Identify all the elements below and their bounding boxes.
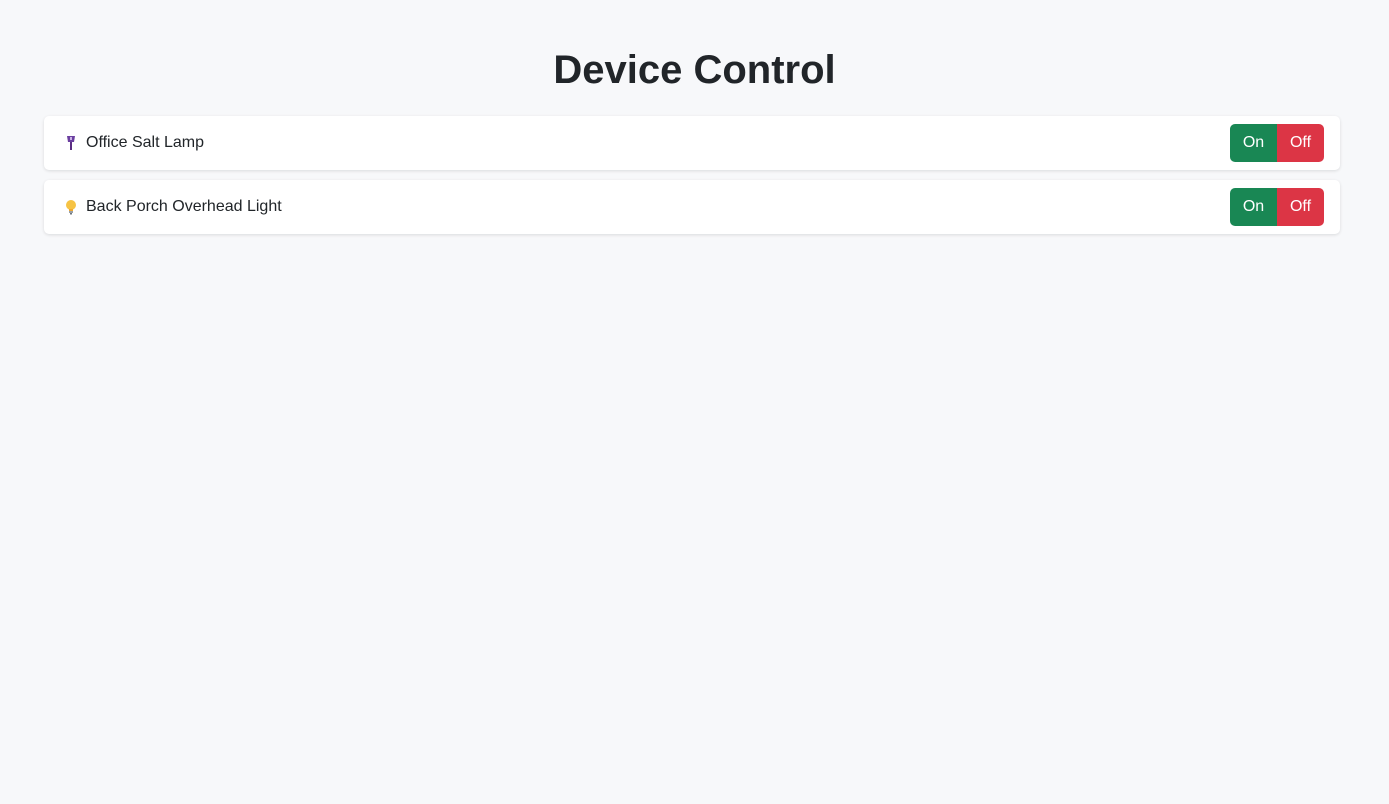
on-button[interactable]: On	[1230, 124, 1277, 162]
light-bulb-icon	[64, 199, 78, 215]
device-info: Back Porch Overhead Light	[64, 198, 282, 216]
salt-lamp-icon	[64, 135, 78, 151]
on-button[interactable]: On	[1230, 188, 1277, 226]
device-info: Office Salt Lamp	[64, 134, 204, 152]
device-name: Back Porch Overhead Light	[86, 198, 282, 215]
power-toggle-group: On Off	[1230, 124, 1324, 162]
device-card-office-salt-lamp: Office Salt Lamp On Off	[44, 116, 1340, 170]
device-name: Office Salt Lamp	[86, 134, 204, 151]
power-toggle-group: On Off	[1230, 188, 1324, 226]
device-card-back-porch-overhead-light: Back Porch Overhead Light On Off	[44, 180, 1340, 234]
off-button[interactable]: Off	[1277, 124, 1324, 162]
device-list: Office Salt Lamp On Off Back Porch Overh…	[44, 116, 1340, 244]
page-title: Device Control	[553, 48, 836, 92]
off-button[interactable]: Off	[1277, 188, 1324, 226]
